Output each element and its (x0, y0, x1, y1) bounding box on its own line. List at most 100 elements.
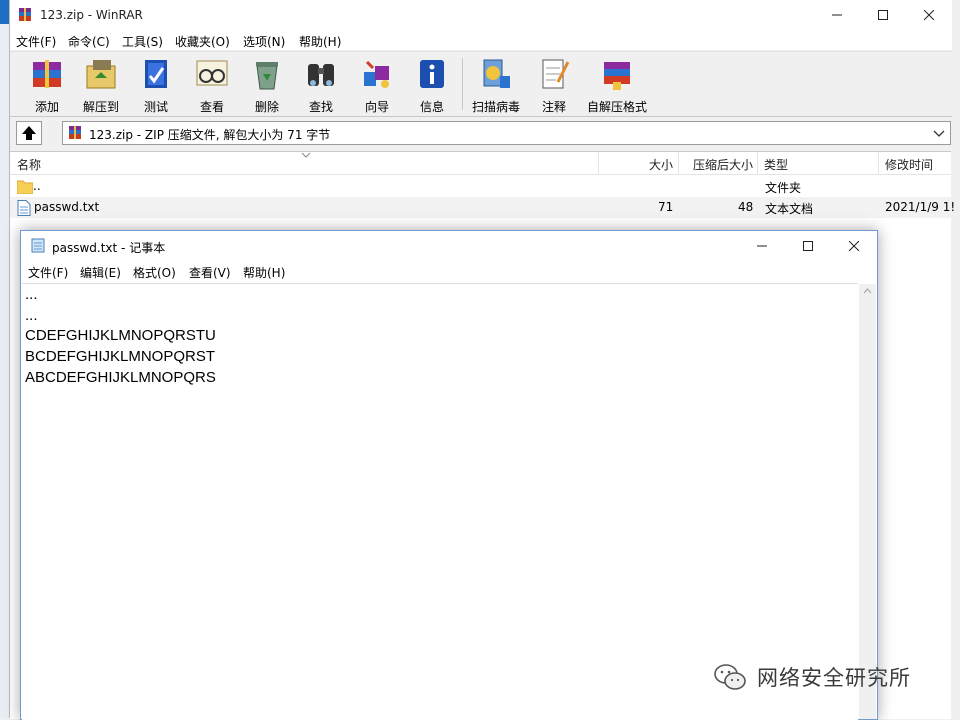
np-menu-edit[interactable]: 编辑(E) (80, 264, 121, 281)
add-books-icon (33, 60, 61, 88)
np-menu-help[interactable]: 帮助(H) (243, 264, 285, 281)
wizard-icon (364, 60, 389, 88)
address-bar: 123.zip - ZIP 压缩文件, 解包大小为 71 字节 (10, 117, 952, 149)
virus-scan-button[interactable]: 扫描病毒 (467, 56, 525, 114)
desktop-edge (0, 0, 9, 718)
archive-path-combo[interactable]: 123.zip - ZIP 压缩文件, 解包大小为 71 字节 (62, 121, 951, 145)
delete-label: 删除 (254, 100, 279, 114)
virus-scan-label: 扫描病毒 (471, 100, 520, 114)
text-line: BCDEFGHIJKLMNOPQRST (25, 348, 216, 365)
comment-label: 注释 (541, 100, 566, 114)
test-button[interactable]: 测试 (127, 56, 185, 114)
extract-folder-icon (86, 60, 116, 89)
close-button[interactable] (906, 0, 952, 30)
close-icon (849, 241, 859, 251)
winrar-titlebar[interactable]: 123.zip - WinRAR (10, 0, 952, 30)
minimize-icon (832, 14, 842, 16)
notepad-app-icon (31, 238, 45, 253)
column-modified[interactable]: 修改时间 (885, 156, 933, 173)
column-divider (757, 152, 758, 174)
test-label: 测试 (143, 100, 168, 114)
notepad-text-area[interactable]: ... ... CDEFGHIJKLMNOPQRSTU BCDEFGHIJKLM… (22, 283, 858, 720)
file-list-header: 名称 大小 压缩后大小 类型 修改时间 (10, 152, 951, 175)
row-size: 71 (658, 200, 674, 214)
folder-icon (17, 180, 33, 194)
comment-notepad-icon (542, 59, 570, 89)
column-packed[interactable]: 压缩后大小 (693, 156, 753, 173)
wizard-button[interactable]: 向导 (348, 56, 406, 114)
np-menu-format[interactable]: 格式(O) (133, 264, 176, 281)
winrar-app-icon (19, 8, 31, 21)
info-icon (420, 60, 444, 88)
minimize-icon (757, 245, 767, 247)
menu-file[interactable]: 文件(F) (16, 33, 56, 50)
delete-button[interactable]: 删除 (238, 56, 296, 114)
np-menu-file[interactable]: 文件(F) (28, 264, 68, 281)
table-row-parent[interactable]: .. 文件夹 (10, 176, 951, 197)
text-file-icon (17, 200, 31, 216)
maximize-button[interactable] (860, 0, 906, 30)
extract-to-label: 解压到 (82, 100, 119, 114)
column-size[interactable]: 大小 (649, 156, 673, 173)
add-button[interactable]: 添加 (18, 56, 76, 114)
test-book-icon (145, 60, 167, 88)
notepad-menubar: 文件(F) 编辑(E) 格式(O) 查看(V) 帮助(H) (21, 261, 877, 283)
column-type[interactable]: 类型 (764, 156, 788, 173)
chevron-down-icon[interactable] (930, 124, 948, 142)
watermark-text: 网络安全研究所 (757, 666, 911, 690)
view-button[interactable]: 查看 (183, 56, 241, 114)
zip-archive-icon (69, 126, 81, 139)
view-label: 查看 (199, 100, 224, 114)
sort-indicator-icon (301, 152, 311, 158)
maximize-icon (803, 241, 813, 251)
column-name[interactable]: 名称 (17, 156, 41, 173)
add-label: 添加 (34, 100, 59, 114)
desktop-taskbar-edge (0, 0, 9, 24)
notepad-close-button[interactable] (831, 231, 877, 261)
text-line: CDEFGHIJKLMNOPQRSTU (25, 327, 216, 344)
maximize-icon (878, 10, 888, 20)
info-button[interactable]: 信息 (403, 56, 461, 114)
text-line: ... (25, 307, 38, 324)
delete-recycle-icon (256, 62, 278, 90)
menu-help[interactable]: 帮助(H) (299, 33, 341, 50)
find-binoculars-icon (308, 64, 334, 86)
notepad-minimize-button[interactable] (739, 231, 785, 261)
text-line: ABCDEFGHIJKLMNOPQRS (25, 369, 216, 386)
extract-to-button[interactable]: 解压到 (72, 56, 130, 114)
find-label: 查找 (308, 100, 333, 114)
text-line: ... (25, 286, 38, 303)
menu-favorites[interactable]: 收藏夹(O) (175, 33, 230, 50)
notepad-maximize-button[interactable] (785, 231, 831, 261)
menu-commands[interactable]: 命令(C) (68, 33, 110, 50)
find-button[interactable]: 查找 (292, 56, 350, 114)
row-name: passwd.txt (34, 200, 100, 214)
wechat-icon (714, 664, 746, 690)
notepad-vertical-scrollbar[interactable] (859, 284, 876, 719)
menu-tools[interactable]: 工具(S) (122, 33, 163, 50)
comment-button[interactable]: 注释 (525, 56, 583, 114)
column-divider (878, 152, 879, 174)
row-packed: 48 (738, 200, 754, 214)
row-name: .. (33, 179, 41, 193)
sfx-label: 自解压格式 (586, 100, 647, 114)
np-menu-view[interactable]: 查看(V) (189, 264, 231, 281)
notepad-window: passwd.txt - 记事本 文件(F) 编辑(E) 格式(O) 查看(V)… (20, 230, 878, 720)
up-arrow-icon (22, 126, 36, 140)
menu-options[interactable]: 选项(N) (243, 33, 285, 50)
column-divider (598, 152, 599, 174)
table-row-passwd[interactable]: passwd.txt 71 48 文本文档 2021/1/9 1! (10, 197, 955, 218)
wizard-label: 向导 (364, 100, 389, 114)
winrar-title: 123.zip - WinRAR (40, 8, 143, 22)
sfx-button[interactable]: 自解压格式 (587, 56, 647, 114)
row-type: 文本文档 (765, 202, 814, 216)
watermark: 网络安全研究所 (713, 660, 911, 694)
winrar-toolbar: 添加 解压到 测试 查看 删除 查找 向导 信息 扫描病毒 注释 自解压格式 (10, 51, 952, 117)
virus-scan-icon (483, 59, 510, 88)
scroll-up-icon[interactable] (863, 288, 872, 294)
minimize-button[interactable] (814, 0, 860, 30)
info-label: 信息 (419, 100, 444, 114)
notepad-titlebar[interactable]: passwd.txt - 记事本 (21, 231, 877, 261)
up-folder-button[interactable] (16, 121, 42, 145)
row-modified: 2021/1/9 1! (885, 200, 956, 214)
